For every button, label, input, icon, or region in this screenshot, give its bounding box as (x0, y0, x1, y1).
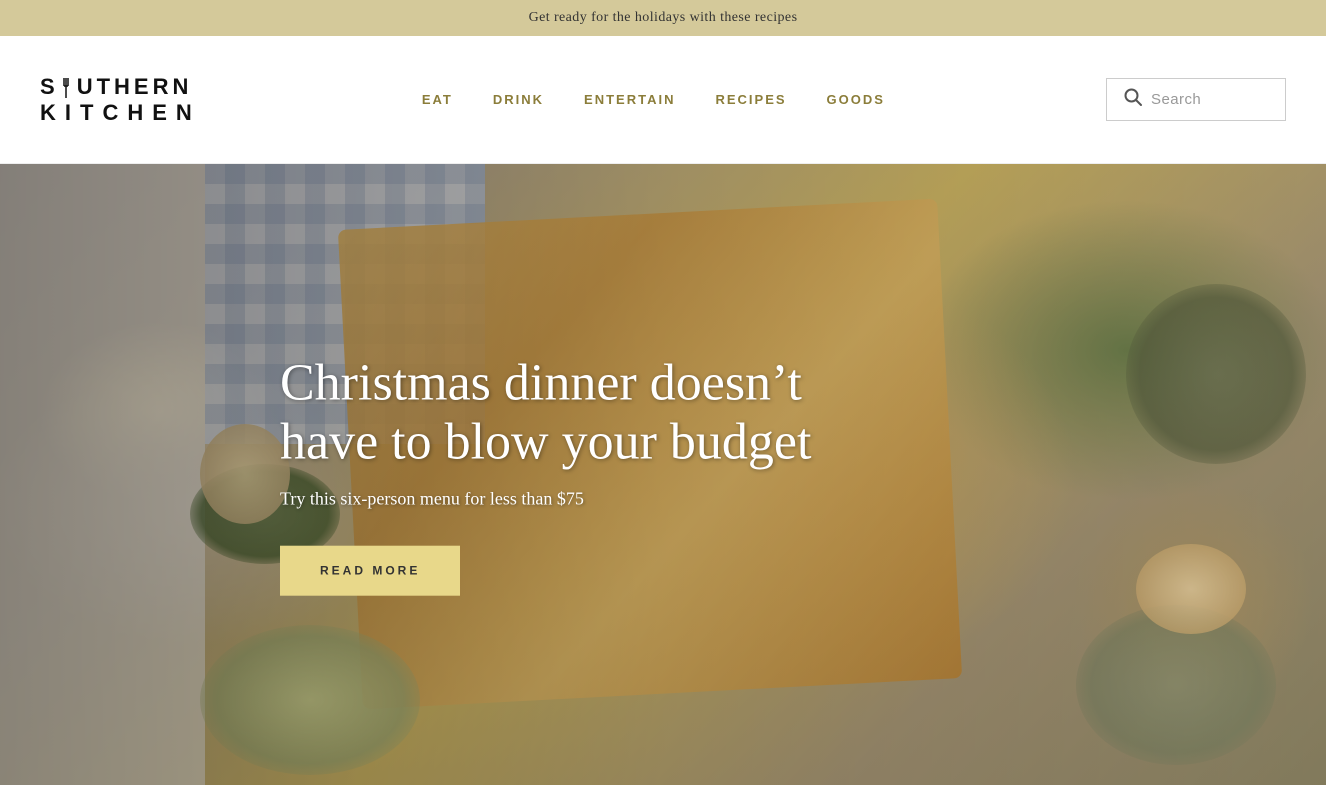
site-logo[interactable]: S UTHERN KITCHEN (40, 74, 201, 125)
logo-line1: S (40, 74, 59, 99)
nav-drink[interactable]: DRINK (493, 92, 544, 107)
search-icon (1123, 87, 1143, 112)
nav-goods[interactable]: GOODS (827, 92, 885, 107)
search-label: Search (1151, 91, 1201, 108)
logo-line1b: UTHERN (77, 74, 193, 99)
search-bar[interactable]: Search (1106, 78, 1286, 121)
banner-text: Get ready for the holidays with these re… (529, 10, 798, 25)
nav-entertain[interactable]: ENTERTAIN (584, 92, 675, 107)
nav-eat[interactable]: EAT (422, 92, 453, 107)
hero-content: Christmas dinner doesn’t have to blow yo… (280, 353, 900, 596)
hero-subtitle: Try this six-person menu for less than $… (280, 489, 900, 510)
nav-recipes[interactable]: RECIPES (715, 92, 786, 107)
logo-line2: KITCHEN (40, 100, 201, 125)
hero-section: Christmas dinner doesn’t have to blow yo… (0, 164, 1326, 785)
top-banner: Get ready for the holidays with these re… (0, 0, 1326, 36)
header: S UTHERN KITCHEN EAT DRINK ENTERTAIN RECI… (0, 36, 1326, 164)
main-nav: EAT DRINK ENTERTAIN RECIPES GOODS (422, 92, 885, 107)
logo-row1: S UTHERN (40, 74, 201, 99)
read-more-button[interactable]: READ MORE (280, 546, 460, 596)
hero-title: Christmas dinner doesn’t have to blow yo… (280, 353, 900, 473)
